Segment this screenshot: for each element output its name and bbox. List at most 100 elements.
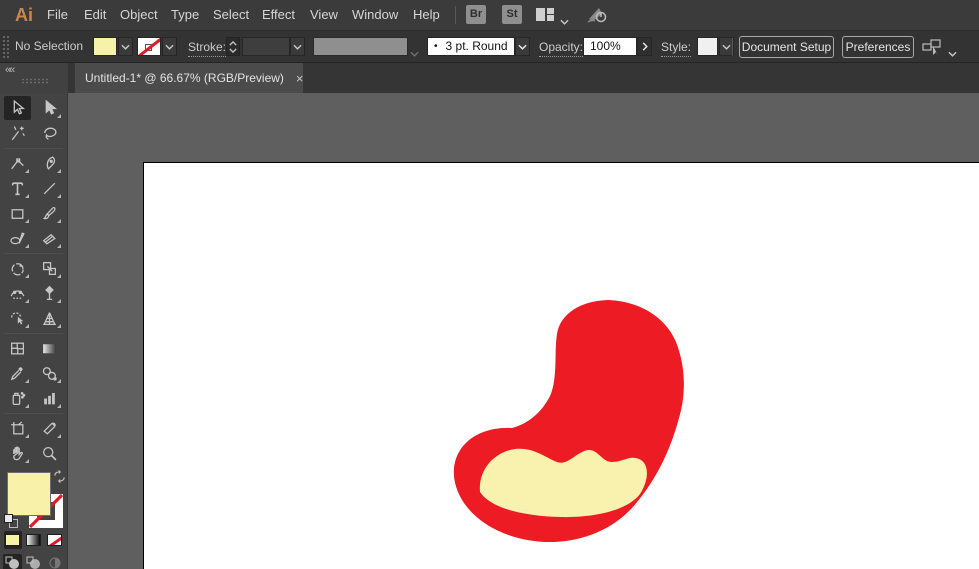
- controlbar-separator: [732, 38, 733, 56]
- menu-file[interactable]: File: [45, 0, 70, 30]
- default-fill-stroke-icon[interactable]: [4, 514, 18, 528]
- brush-bullet-icon: •: [434, 41, 438, 52]
- mesh-tool[interactable]: [4, 336, 31, 360]
- color-button[interactable]: [4, 531, 22, 549]
- tools-panel-header: ««: [0, 63, 68, 93]
- fill-stroke-indicator: [0, 470, 67, 528]
- control-bar: No Selection Stroke: • 3 pt. Round Opaci…: [0, 30, 979, 63]
- line-segment-tool[interactable]: [36, 176, 63, 200]
- app-logo: Ai: [15, 5, 33, 25]
- align-options-chevron-icon[interactable]: [948, 44, 957, 62]
- align-options-icon[interactable]: [922, 39, 944, 61]
- rectangle-tool[interactable]: [4, 201, 31, 225]
- menu-object[interactable]: Object: [118, 0, 160, 30]
- preferences-button[interactable]: Preferences: [842, 36, 914, 58]
- menu-bar: Ai File Edit Object Type Select Effect V…: [0, 0, 979, 30]
- menubar-separator: [455, 6, 456, 24]
- opacity-field[interactable]: 100%: [583, 37, 637, 56]
- style-swatch[interactable]: [697, 37, 718, 56]
- menu-help[interactable]: Help: [411, 0, 442, 30]
- brush-definition-value: 3 pt. Round: [445, 39, 508, 53]
- brush-definition-dropdown[interactable]: • 3 pt. Round: [427, 37, 515, 56]
- width-tool[interactable]: [4, 281, 31, 305]
- width-profile-dropdown: [313, 37, 408, 56]
- style-label[interactable]: Style:: [661, 37, 692, 57]
- arrange-documents-icon[interactable]: [536, 8, 554, 26]
- toolbar-separator: [4, 148, 63, 149]
- selection-tool[interactable]: [4, 96, 31, 120]
- menu-type[interactable]: Type: [169, 0, 201, 30]
- menu-view[interactable]: View: [308, 0, 340, 30]
- gradient-tool[interactable]: [36, 336, 63, 360]
- stock-button[interactable]: St: [502, 5, 522, 24]
- direct-selection-tool[interactable]: [36, 96, 63, 120]
- stroke-color-chevron[interactable]: [162, 37, 177, 56]
- arrange-documents-chevron-icon[interactable]: [560, 12, 569, 30]
- paintbrush-tool[interactable]: [36, 201, 63, 225]
- eyedropper-tool[interactable]: [4, 361, 31, 385]
- slice-tool[interactable]: [36, 416, 63, 440]
- draw-behind-button[interactable]: [24, 554, 43, 569]
- eraser-tool[interactable]: [36, 226, 63, 250]
- canvas-area[interactable]: [68, 93, 979, 569]
- symbol-sprayer-tool[interactable]: [4, 386, 31, 410]
- swap-fill-stroke-icon[interactable]: [53, 470, 66, 488]
- selection-status: No Selection: [15, 39, 84, 53]
- tab-close-icon[interactable]: ×: [296, 71, 304, 86]
- toolbar-separator: [4, 413, 63, 414]
- column-graph-tool[interactable]: [36, 386, 63, 410]
- menu-effect[interactable]: Effect: [260, 0, 297, 30]
- document-tab-bar: «« Untitled-1* @ 66.67% (RGB/Preview) ×: [0, 63, 979, 93]
- tools-panel-drag-handle[interactable]: [21, 78, 49, 84]
- menu-edit[interactable]: Edit: [82, 0, 108, 30]
- perspective-grid-tool[interactable]: [36, 306, 63, 330]
- draw-inside-button: [45, 554, 64, 569]
- zoom-tool[interactable]: [36, 441, 63, 465]
- fill-color-chevron[interactable]: [118, 37, 133, 56]
- document-tab[interactable]: Untitled-1* @ 66.67% (RGB/Preview) ×: [75, 63, 304, 93]
- toolbar-separator: [4, 253, 63, 254]
- artboard-tool[interactable]: [4, 416, 31, 440]
- document-tab-title: Untitled-1* @ 66.67% (RGB/Preview): [85, 71, 284, 85]
- document-setup-button[interactable]: Document Setup: [739, 36, 834, 58]
- hand-tool[interactable]: [4, 441, 31, 465]
- opacity-label[interactable]: Opacity:: [539, 37, 584, 57]
- lasso-tool[interactable]: [36, 121, 63, 145]
- collapse-panel-icon[interactable]: ««: [5, 64, 15, 76]
- fill-swatch-active[interactable]: [7, 472, 51, 516]
- toolbar-separator: [4, 333, 63, 334]
- brush-definition-chevron[interactable]: [515, 37, 530, 56]
- gpu-performance-icon[interactable]: [585, 5, 609, 30]
- free-transform-tool[interactable]: [36, 281, 63, 305]
- blend-tool[interactable]: [36, 361, 63, 385]
- shape-builder-tool[interactable]: [4, 306, 31, 330]
- artwork: [453, 300, 684, 543]
- shaper-tool[interactable]: [4, 226, 31, 250]
- stroke-indicator-icon: [145, 44, 152, 51]
- gradient-button[interactable]: [25, 531, 43, 549]
- controlbar-drag-handle[interactable]: [2, 35, 9, 59]
- stroke-weight-stepper[interactable]: [226, 37, 240, 56]
- stroke-weight-chevron[interactable]: [290, 37, 305, 56]
- width-profile-chevron-icon: [410, 44, 419, 62]
- drawing-mode-row: [0, 550, 67, 569]
- stroke-weight-label[interactable]: Stroke:: [188, 37, 227, 57]
- pen-tool[interactable]: [4, 151, 31, 175]
- illustrator-window: Ai File Edit Object Type Select Effect V…: [0, 0, 979, 569]
- tools-panel: [0, 93, 68, 569]
- bridge-button[interactable]: Br: [466, 5, 486, 24]
- menu-window[interactable]: Window: [350, 0, 400, 30]
- rotate-tool[interactable]: [4, 256, 31, 280]
- draw-normal-button[interactable]: [3, 554, 22, 569]
- scale-tool[interactable]: [36, 256, 63, 280]
- fill-color-swatch[interactable]: [93, 37, 117, 56]
- color-mode-row: [0, 528, 67, 550]
- stroke-color-swatch[interactable]: [137, 37, 161, 56]
- none-button[interactable]: [45, 531, 63, 549]
- curvature-tool[interactable]: [36, 151, 63, 175]
- menu-select[interactable]: Select: [211, 0, 251, 30]
- stroke-weight-field[interactable]: [242, 37, 290, 56]
- magic-wand-tool[interactable]: [4, 121, 31, 145]
- type-tool[interactable]: [4, 176, 31, 200]
- opacity-expand-arrow[interactable]: [637, 37, 652, 56]
